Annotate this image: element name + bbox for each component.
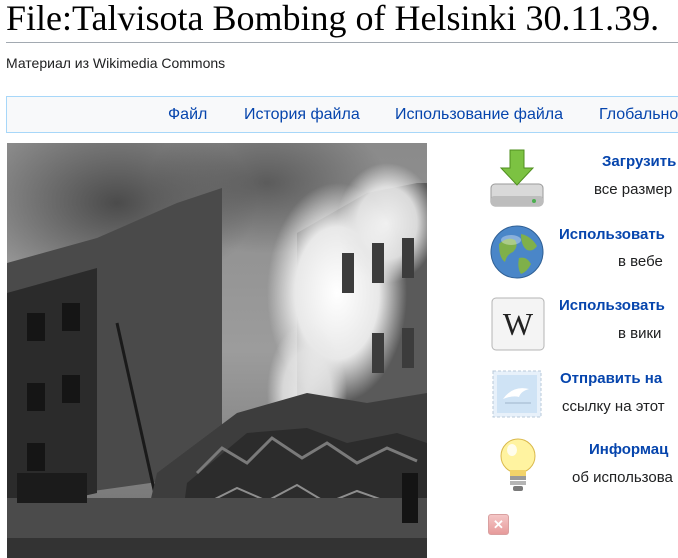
wikipedia-w-icon: W — [491, 297, 545, 351]
svg-text:W: W — [503, 306, 534, 342]
tab-global-usage[interactable]: Глобально — [599, 106, 678, 124]
page-title: File:Talvisota Bombing of Helsinki 30.11… — [6, 0, 660, 38]
email-bird-icon — [492, 370, 542, 418]
page-subtitle: Материал из Wikimedia Commons — [6, 55, 226, 71]
tab-file-usage[interactable]: Использование файла — [395, 106, 563, 124]
use-wiki-desc: в вики — [618, 325, 662, 342]
download-desc: все размер — [594, 181, 673, 198]
globe-icon — [490, 225, 544, 279]
info-link[interactable]: Информац — [589, 441, 668, 458]
download-link[interactable]: Загрузить — [602, 153, 676, 170]
use-web-desc: в вебе — [618, 253, 663, 270]
bombing-photo — [7, 143, 427, 558]
email-desc: ссылку на этот — [562, 398, 665, 415]
tab-file[interactable]: Файл — [168, 106, 207, 124]
lightbulb-icon — [500, 438, 536, 491]
info-desc: об использова — [572, 469, 673, 486]
use-wiki-link[interactable]: Использовать — [559, 297, 665, 314]
use-web-link[interactable]: Использовать — [559, 226, 665, 243]
close-icon[interactable]: ✕ — [488, 514, 509, 535]
file-image[interactable] — [7, 143, 427, 558]
tab-file-history[interactable]: История файла — [244, 106, 360, 124]
file-tabs: Файл История файла Использование файла Г… — [6, 96, 678, 133]
email-link[interactable]: Отправить на — [560, 370, 662, 387]
download-drive-icon — [490, 149, 544, 207]
title-divider — [6, 42, 678, 43]
